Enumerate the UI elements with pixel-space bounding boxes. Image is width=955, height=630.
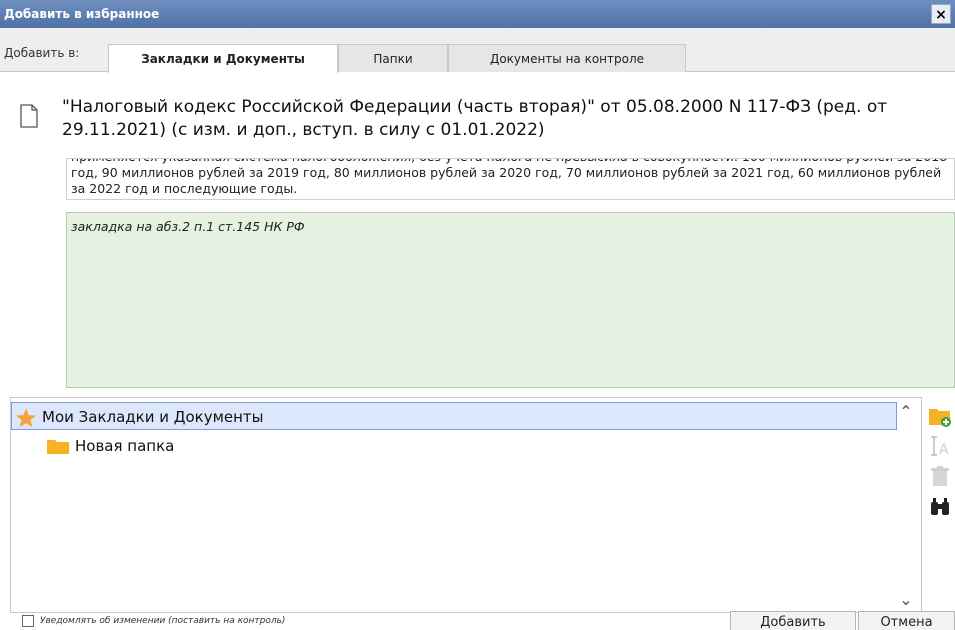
dialog-title: Добавить в избранное [4, 7, 160, 21]
dialog-titlebar: Добавить в избранное × [0, 0, 955, 28]
close-icon: × [935, 7, 947, 23]
rename-icon[interactable]: A [928, 434, 952, 458]
close-button[interactable]: × [931, 4, 951, 24]
scroll-down-arrow-icon[interactable]: ⌄ [897, 590, 915, 609]
tab-bookmarks-documents[interactable]: Закладки и Документы [108, 44, 338, 73]
document-excerpt: применяется указанная система налогообло… [66, 158, 955, 200]
notify-checkbox[interactable] [22, 615, 34, 627]
tree-item-my-bookmarks[interactable]: Мои Закладки и Документы [11, 402, 897, 430]
tree-item-label: Новая папка [75, 437, 175, 455]
tab-bar: Добавить в: Закладки и Документы Папки Д… [0, 28, 955, 73]
bookmark-comment-field[interactable]: закладка на абз.2 п.1 ст.145 НК РФ [66, 212, 955, 388]
dialog-footer: Уведомлять об изменении (поставить на ко… [0, 611, 955, 630]
document-icon [20, 104, 38, 128]
document-title: "Налоговый кодекс Российской Федерации (… [62, 97, 888, 140]
tree-item-label: Мои Закладки и Документы [42, 408, 264, 426]
svg-text:A: A [939, 442, 949, 458]
tab-folders[interactable]: Папки [338, 44, 448, 72]
tab-controlled-documents[interactable]: Документы на контроле [448, 44, 686, 72]
folder-tree[interactable]: Мои Закладки и Документы Новая папка ⌃ ⌄ [10, 397, 922, 613]
find-icon[interactable] [928, 494, 952, 518]
add-button[interactable]: Добавить [730, 611, 856, 630]
notify-label: Уведомлять об изменении (поставить на ко… [40, 616, 286, 626]
folder-icon [47, 440, 69, 454]
delete-icon[interactable] [928, 464, 952, 488]
tree-toolbar: A [925, 400, 955, 540]
new-folder-icon[interactable] [928, 404, 952, 428]
excerpt-text: применяется указанная система налогообло… [71, 159, 947, 196]
star-icon [15, 408, 37, 428]
scroll-up-arrow-icon[interactable]: ⌃ [897, 402, 915, 421]
cancel-button[interactable]: Отмена [858, 611, 955, 630]
tab-prefix-label: Добавить в: [4, 46, 80, 60]
